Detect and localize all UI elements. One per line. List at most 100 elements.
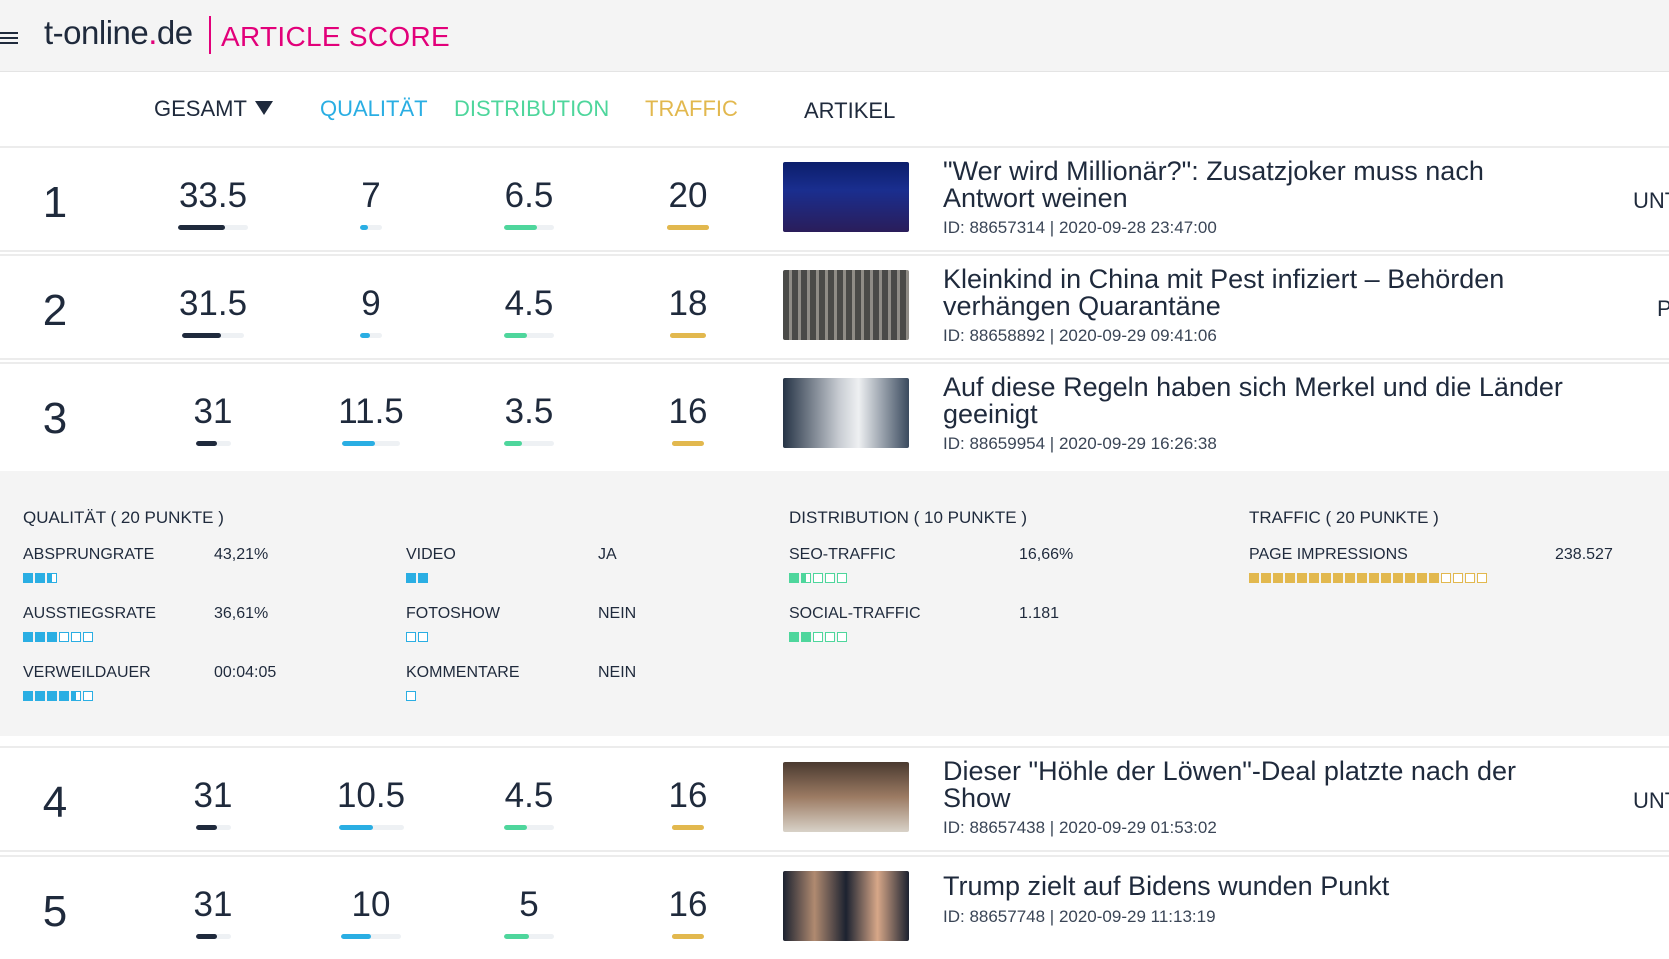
app-header: t-online.de ARTICLE SCORE [0,0,1669,72]
score-box [1261,573,1271,583]
score-box [789,632,799,642]
score-box [1405,573,1415,583]
score-box [35,573,45,583]
article-detail-panel: QUALITÄT ( 20 PUNKTE ) DISTRIBUTION ( 10… [0,471,1669,736]
score-box [47,691,57,701]
score-box [35,632,45,642]
article-meta: ID: 88657748 | 2020-09-29 11:13:19 [943,907,1216,926]
score-box [801,573,811,583]
article-row[interactable]: 4 31 10.5 4.5 16 Dieser "Höhle der Löwen"-Dea… [0,746,1669,852]
article-title[interactable]: Kleinkind in China mit Pest infiziert – … [943,266,1563,320]
rank-number: 2 [42,286,68,335]
absprungrate-value: 43,21% [214,546,269,563]
traffic-score-bar [672,934,704,939]
gesamt-score-bar [182,333,244,338]
score-box [23,632,33,642]
traffic-score: 16 [668,885,708,924]
article-row[interactable]: 5 31 10 5 16 Trump zielt auf Bidens wunden Pu… [0,855,1669,959]
article-title[interactable]: Auf diese Regeln haben sich Merkel und d… [943,374,1563,428]
qualitaet-score: 10 [351,885,391,924]
gesamt-score-bar [195,934,231,939]
distribution-detail-heading: DISTRIBUTION ( 10 PUNKTE ) [789,508,1028,527]
article-thumbnail[interactable] [783,270,909,340]
gesamt-score: 31 [193,776,233,815]
article-thumbnail[interactable] [783,762,909,832]
sort-traffic-header[interactable]: TRAFFIC [645,96,738,122]
artikel-header: ARTIKEL [804,98,896,123]
qualitaet-score-bar [360,225,382,230]
distribution-score: 6.5 [504,176,554,215]
verweildauer-score-boxes [23,691,95,701]
rank-number: 5 [42,887,68,936]
score-box [1285,573,1295,583]
ausstiegsrate-value: 36,61% [214,605,269,622]
article-title[interactable]: Dieser "Höhle der Löwen"-Deal platzte na… [943,758,1563,812]
column-header-bar: GESAMT QUALITÄT DISTRIBUTION TRAFFIC ART… [0,72,1669,148]
video-label: VIDEO [406,546,456,563]
score-box [1369,573,1379,583]
qualitaet-score-bar [342,441,400,446]
distribution-score-bar [504,825,554,830]
fotoshow-label: FOTOSHOW [406,605,500,622]
score-box [47,573,57,583]
gesamt-score: 33.5 [178,176,248,215]
score-box [406,573,416,583]
article-thumbnail[interactable] [783,378,909,448]
page-impressions-value: 238.527 [1555,546,1613,563]
distribution-score-bar [504,333,554,338]
traffic-score-bar [670,333,706,338]
score-box [406,691,416,701]
sort-gesamt-header[interactable]: GESAMT [154,96,273,122]
score-box [1273,573,1283,583]
article-thumbnail[interactable] [783,162,909,232]
score-box [825,573,835,583]
score-box [1417,573,1427,583]
article-title[interactable]: Trump zielt auf Bidens wunden Punkt [943,873,1563,900]
score-box [1357,573,1367,583]
score-box [83,632,93,642]
kommentare-value: NEIN [598,664,637,681]
article-category-label: UNT [1633,788,1669,813]
traffic-score-bar [672,825,704,830]
kommentare-score-boxes [406,691,418,701]
score-box [813,573,823,583]
seo-traffic-value: 16,66% [1019,546,1074,563]
score-box [837,632,847,642]
qualitaet-score: 7 [361,176,381,215]
rank-number: 4 [42,778,68,827]
article-thumbnail[interactable] [783,871,909,941]
score-box [1429,573,1439,583]
article-category-label: UNT [1633,188,1669,213]
score-box [71,691,81,701]
article-row[interactable]: 1 33.5 7 6.5 20 "Wer wird Millionär?": Zusatz… [0,146,1669,252]
rank-number: 1 [42,178,68,227]
qualitaet-score-bar [360,333,382,338]
score-box [83,691,93,701]
score-box [59,691,69,701]
video-value: JA [598,546,617,563]
article-row-expanded[interactable]: 3 31 11.5 3.5 16 Auf diese Regeln haben sich … [0,362,1669,472]
score-box [1477,573,1487,583]
score-box [1321,573,1331,583]
ausstiegsrate-label: AUSSTIEGSRATE [23,605,157,622]
qualitaet-score: 9 [361,284,381,323]
qualitaet-score-bar [341,934,401,939]
page-impressions-score-boxes [1249,573,1489,583]
ausstiegsrate-score-boxes [23,632,95,642]
article-row[interactable]: 2 31.5 9 4.5 18 Kleinkind in China mit Pest i… [0,254,1669,360]
score-box [47,632,57,642]
hamburger-menu-icon[interactable] [0,32,18,44]
t-online-logo[interactable]: t-online.de [44,14,193,52]
article-title[interactable]: "Wer wird Millionär?": Zusatzjoker muss … [943,158,1563,212]
article-meta: ID: 88658892 | 2020-09-29 09:41:06 [943,326,1217,345]
traffic-score: 16 [668,392,708,431]
absprungrate-score-boxes [23,573,59,583]
distribution-score: 5 [519,885,539,924]
gesamt-score-bar [178,225,248,230]
score-box [1393,573,1403,583]
sort-qualitaet-header[interactable]: QUALITÄT [320,96,428,122]
score-box [418,573,428,583]
score-box [789,573,799,583]
sort-distribution-header[interactable]: DISTRIBUTION [454,96,609,122]
score-box [1309,573,1319,583]
